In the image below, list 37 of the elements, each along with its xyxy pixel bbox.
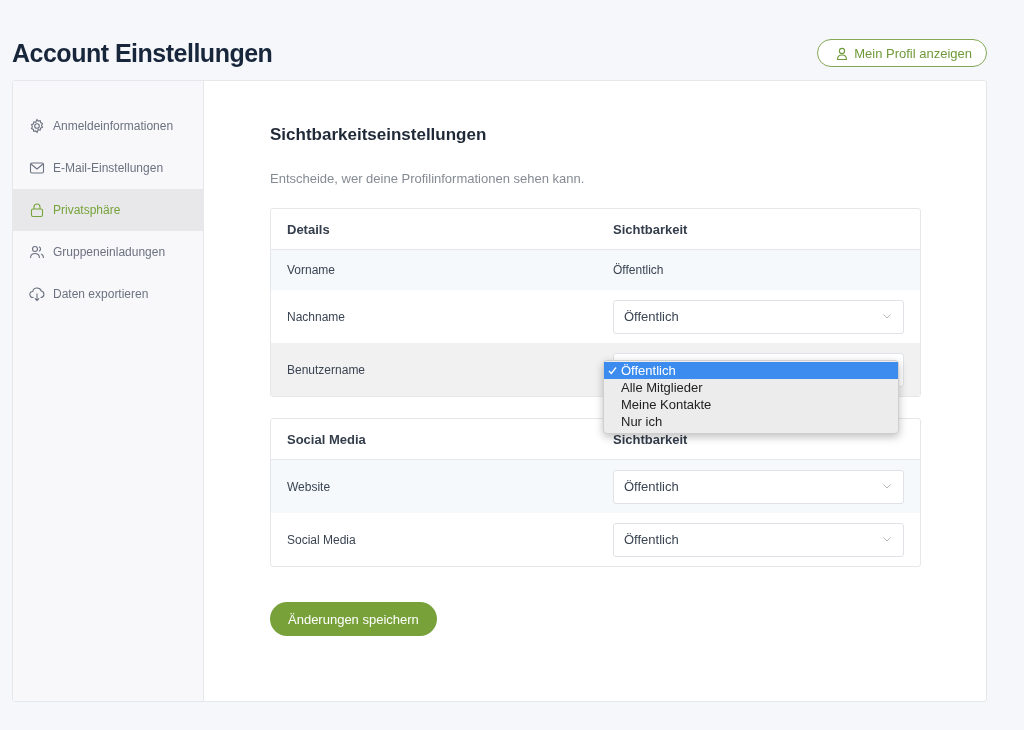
visibility-select[interactable]: Öffentlich (613, 469, 904, 504)
envelope-icon (29, 160, 45, 176)
dropdown-option[interactable]: Öffentlich (604, 361, 898, 379)
profile-button[interactable]: Mein Profil anzeigen (817, 39, 987, 67)
visibility-select[interactable]: Öffentlich (613, 522, 904, 557)
dropdown-option[interactable]: Meine Kontakte (604, 395, 898, 413)
dropdown-option[interactable]: Alle Mitglieder (604, 378, 898, 396)
column-header: Details (287, 221, 331, 237)
chevron-down-icon (883, 314, 891, 319)
field-label: Vorname (287, 263, 336, 277)
dropdown-option[interactable]: Nur ich (604, 412, 898, 430)
sidebar-item[interactable]: Gruppeneinladungen (13, 231, 203, 273)
visibility-value: Öffentlich (613, 263, 664, 277)
check-icon (608, 365, 617, 375)
chevron-down-icon (883, 484, 891, 489)
column-header: Social Media (287, 431, 367, 447)
users-icon (29, 244, 45, 260)
sidebar-item[interactable]: Anmeldeinformationen (13, 105, 203, 147)
section-title: Sichtbarkeitseinstellungen (270, 125, 488, 145)
field-label: Nachname (287, 309, 346, 324)
column-header: Sichtbarkeit (613, 431, 689, 447)
chevron-down-icon (883, 537, 891, 542)
save-button[interactable]: Änderungen speichern (270, 602, 437, 636)
column-header: Sichtbarkeit (613, 221, 689, 237)
field-label: Website (287, 479, 331, 494)
sidebar-item[interactable]: Daten exportieren (13, 273, 203, 315)
cloud-download-icon (29, 286, 45, 302)
lock-icon (29, 202, 45, 218)
visibility-select[interactable]: Öffentlich (613, 299, 904, 334)
section-description: Entscheide, wer deine Profilinformationen sehen kann. (270, 171, 586, 186)
user-icon (836, 46, 849, 60)
sidebar-item[interactable]: E-Mail-Einstellungen (13, 147, 203, 189)
field-label: Benutzername (287, 362, 366, 377)
settings-icon (29, 118, 45, 134)
field-label: Social Media (287, 532, 356, 547)
page-title: Account Einstellungen (12, 38, 273, 68)
sidebar-item[interactable]: Privatsphäre (13, 189, 203, 231)
